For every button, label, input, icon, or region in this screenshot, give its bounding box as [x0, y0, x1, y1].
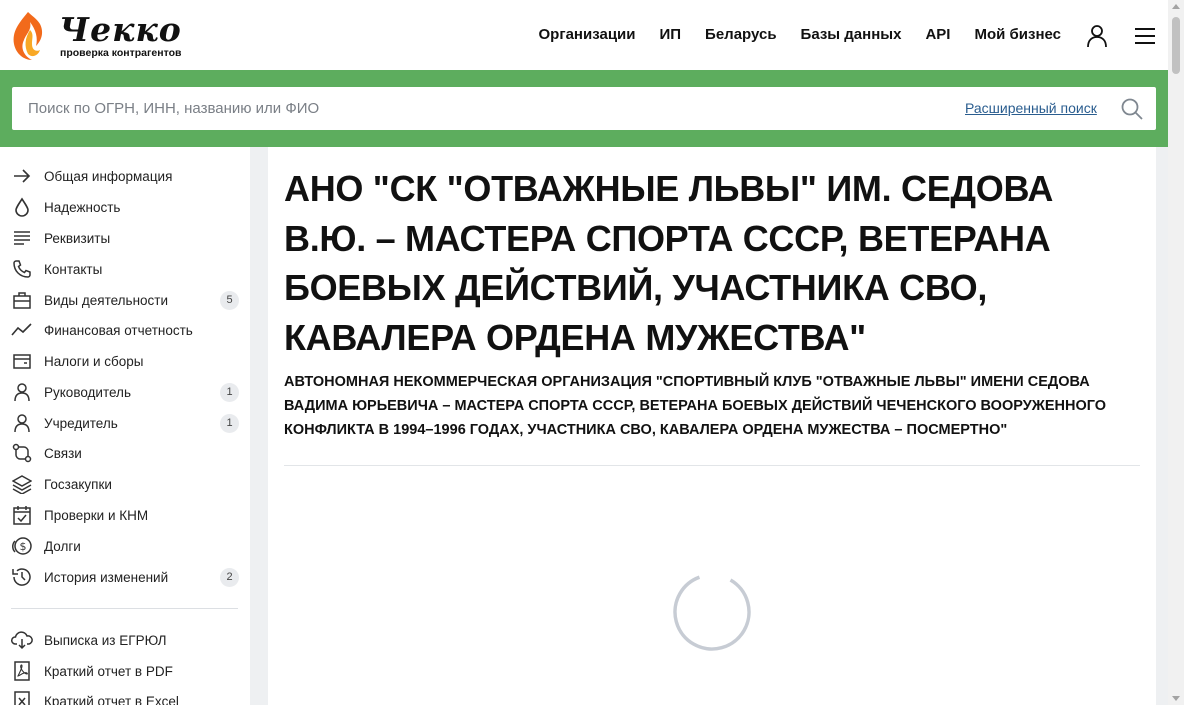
pdf-icon — [11, 660, 33, 682]
sidebar-divider — [11, 608, 238, 609]
sidebar-item-label: Долги — [44, 538, 81, 554]
layers-icon — [11, 473, 33, 495]
menu-icon[interactable] — [1133, 25, 1157, 47]
site-header: Чекко проверка контрагентов Организации … — [0, 0, 1168, 70]
sidebar-item-label: Связи — [44, 445, 82, 461]
nav-my-business[interactable]: Мой бизнес — [974, 26, 1061, 44]
main-content: АНО "СК "ОТВАЖНЫЕ ЛЬВЫ" ИМ. СЕДОВА В.Ю. … — [268, 147, 1156, 705]
brand-name: Чекко — [59, 10, 182, 49]
sidebar-item-label: Реквизиты — [44, 230, 111, 246]
sidebar-item-inspections[interactable]: Проверки и КНМ — [11, 502, 239, 528]
sidebar-item-debts[interactable]: $ Долги — [11, 533, 239, 559]
company-full-name: АВТОНОМНАЯ НЕКОММЕРЧЕСКАЯ ОРГАНИЗАЦИЯ "С… — [284, 374, 1107, 438]
content-divider — [284, 465, 1140, 466]
person-icon — [11, 381, 33, 403]
sidebar-item-taxes[interactable]: Налоги и сборы — [11, 348, 239, 374]
sidebar-item-history[interactable]: История изменений 2 — [11, 564, 239, 590]
sidebar-item-label: Налоги и сборы — [44, 353, 144, 369]
sidebar-action-pdf[interactable]: Краткий отчет в PDF — [11, 658, 239, 684]
flame-logo-icon — [13, 12, 43, 60]
sidebar-item-general[interactable]: Общая информация — [11, 163, 239, 189]
search-icon[interactable] — [1120, 97, 1144, 121]
content-gutter — [1156, 147, 1168, 705]
user-icon[interactable] — [1085, 24, 1109, 48]
download-cloud-icon — [11, 629, 33, 651]
count-badge: 1 — [220, 413, 239, 433]
sidebar-item-label: Руководитель — [44, 384, 131, 400]
chart-line-icon — [11, 319, 33, 341]
sidebar-item-founder[interactable]: Учредитель 1 — [11, 410, 239, 436]
sidebar-action-excel[interactable]: Краткий отчет в Excel — [11, 688, 239, 705]
spinner-icon — [673, 573, 751, 651]
briefcase-icon — [11, 289, 33, 311]
drop-icon — [11, 196, 33, 218]
sidebar-item-procurement[interactable]: Госзакупки — [11, 471, 239, 497]
main-nav: Организации ИП Беларусь Базы данных API … — [515, 26, 1061, 44]
sidebar-item-label: Виды деятельности — [44, 292, 169, 308]
nav-api[interactable]: API — [925, 26, 950, 44]
history-icon — [11, 566, 33, 588]
coins-icon: $ — [11, 535, 33, 557]
sidebar-item-label: Контакты — [44, 261, 103, 277]
count-badge: 5 — [220, 290, 239, 310]
sidebar: Общая информация Надежность Реквизиты Ко… — [0, 147, 250, 705]
sidebar-item-finance[interactable]: Финансовая отчетность — [11, 317, 239, 343]
company-title: АНО "СК "ОТВАЖНЫЕ ЛЬВЫ" ИМ. СЕДОВА В.Ю. … — [284, 168, 1054, 358]
sidebar-item-label: Учредитель — [44, 415, 118, 431]
nav-belarus[interactable]: Беларусь — [705, 26, 777, 44]
search-input[interactable] — [28, 87, 928, 130]
excel-icon — [11, 690, 33, 705]
nav-ip[interactable]: ИП — [659, 26, 681, 44]
person-icon — [11, 412, 33, 434]
sidebar-item-label: Надежность — [44, 199, 121, 215]
sidebar-item-label: Общая информация — [44, 168, 173, 184]
sidebar-item-label: Проверки и КНМ — [44, 507, 149, 523]
sidebar-item-label: Краткий отчет в PDF — [44, 663, 173, 679]
sidebar-item-label: Краткий отчет в Excel — [44, 693, 179, 705]
lines-icon — [11, 227, 33, 249]
search-box: Расширенный поиск — [12, 87, 1156, 130]
advanced-search-link[interactable]: Расширенный поиск — [965, 100, 1097, 116]
calendar-check-icon — [11, 504, 33, 526]
scroll-thumb[interactable] — [1172, 17, 1180, 74]
scroll-down-arrow-icon[interactable] — [1172, 696, 1180, 701]
page-scrollbar[interactable] — [1168, 0, 1184, 705]
phone-icon — [11, 258, 33, 280]
search-band: Расширенный поиск — [0, 70, 1168, 147]
count-badge: 1 — [220, 382, 239, 402]
sidebar-item-links[interactable]: Связи — [11, 440, 239, 466]
sidebar-action-egrul[interactable]: Выписка из ЕГРЮЛ — [11, 627, 239, 653]
sidebar-item-activities[interactable]: Виды деятельности 5 — [11, 287, 239, 313]
count-badge: 2 — [220, 567, 239, 587]
wallet-icon — [11, 350, 33, 372]
nav-organizations[interactable]: Организации — [539, 26, 636, 44]
logo[interactable]: Чекко проверка контрагентов — [10, 10, 200, 62]
sidebar-item-label: Финансовая отчетность — [44, 322, 193, 338]
sidebar-item-label: Госзакупки — [44, 476, 112, 492]
sidebar-item-contacts[interactable]: Контакты — [11, 256, 239, 282]
svg-text:$: $ — [20, 540, 27, 553]
sidebar-item-director[interactable]: Руководитель 1 — [11, 379, 239, 405]
sidebar-item-reliability[interactable]: Надежность — [11, 194, 239, 220]
sidebar-gutter — [250, 147, 268, 705]
sidebar-item-requisites[interactable]: Реквизиты — [11, 225, 239, 251]
sidebar-item-label: История изменений — [44, 569, 169, 585]
nav-databases[interactable]: Базы данных — [801, 26, 902, 44]
arrow-right-icon — [11, 165, 33, 187]
scroll-up-arrow-icon[interactable] — [1172, 4, 1180, 9]
links-icon — [11, 442, 33, 464]
brand-tagline: проверка контрагентов — [60, 47, 182, 59]
sidebar-item-label: Выписка из ЕГРЮЛ — [44, 632, 167, 648]
